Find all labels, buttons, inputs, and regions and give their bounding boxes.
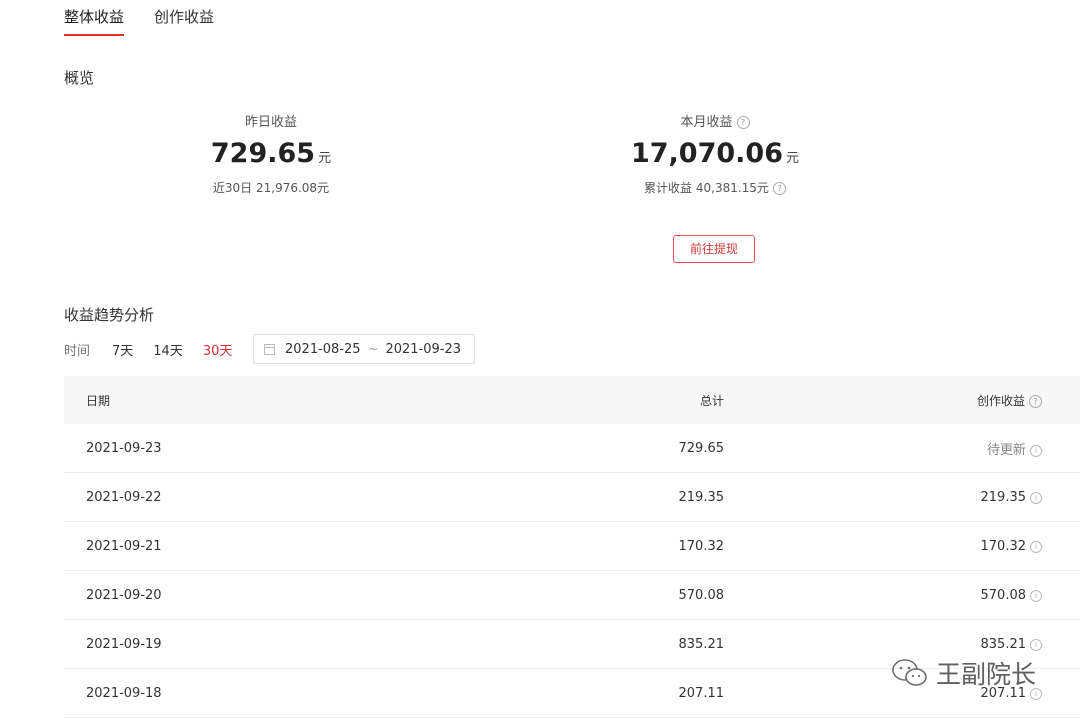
watermark-text: 王副院长: [936, 660, 1037, 689]
row-date: 2021-09-22: [86, 489, 162, 505]
time-filter: 时间 7天 14天 30天: [64, 335, 252, 363]
row-creation: 待更新: [986, 442, 1026, 458]
row-total: 219.35: [678, 489, 725, 505]
cumulative-row: 累计收益 40,381.15元?: [585, 179, 845, 196]
month-value-row: 17,070.06 元: [585, 138, 845, 169]
yesterday-value-row: 729.65 元: [141, 138, 401, 169]
range-30-days[interactable]: 30天: [203, 340, 233, 359]
info-icon[interactable]: i: [1030, 638, 1042, 651]
row-date: 2021-09-19: [86, 636, 162, 652]
range-separator: ~: [367, 341, 379, 357]
row-creation: 219.35: [980, 489, 1027, 505]
row-total: 729.65: [678, 440, 725, 456]
row-creation-cell: 219.35 i: [724, 490, 1042, 505]
table-row: 2021-09-21 170.32 170.32 i: [64, 522, 1080, 571]
row-creation-cell: 170.32 i: [724, 539, 1042, 554]
calendar-icon: [264, 343, 275, 355]
row-total: 835.21: [678, 636, 725, 652]
row-date: 2021-09-18: [86, 685, 162, 701]
month-value: 17,070.06: [630, 138, 783, 169]
month-unit: 元: [786, 151, 800, 166]
info-icon[interactable]: i: [1030, 491, 1042, 504]
row-creation: 570.08: [980, 587, 1027, 603]
table-row: 2021-09-22 219.35 219.35 i: [64, 473, 1080, 522]
wechat-icon: [892, 659, 927, 686]
info-icon[interactable]: i: [1030, 540, 1042, 553]
question-icon[interactable]: ?: [1029, 394, 1042, 408]
range-14-days[interactable]: 14天: [153, 340, 183, 359]
row-creation: 170.32: [980, 538, 1027, 554]
info-icon[interactable]: i: [1030, 444, 1042, 457]
watermark: 王副院长: [890, 655, 1036, 691]
month-label: 本月收益: [680, 115, 733, 130]
start-date[interactable]: 2021-08-25: [285, 342, 361, 357]
end-date[interactable]: 2021-09-23: [385, 342, 461, 357]
row-total: 570.08: [678, 587, 725, 603]
table-header: 日期 总计 创作收益?: [64, 376, 1080, 424]
overview-title: 概览: [64, 69, 95, 87]
range-7-days[interactable]: 7天: [112, 340, 133, 359]
table-row: 2021-09-23 729.65 待更新 i: [64, 424, 1080, 473]
header-date: 日期: [86, 393, 111, 408]
header-total: 总计: [699, 393, 724, 408]
header-creation: 创作收益: [976, 393, 1025, 408]
tab-creation-earnings[interactable]: 创作收益: [154, 0, 214, 38]
question-icon[interactable]: ?: [772, 182, 786, 195]
yesterday-value: 729.65: [210, 138, 316, 169]
tab-bar: 整体收益 创作收益: [64, 0, 214, 38]
row-total: 207.11: [678, 685, 725, 701]
info-icon[interactable]: i: [1030, 589, 1042, 602]
tab-overall-earnings[interactable]: 整体收益: [64, 0, 125, 38]
yesterday-stat: 昨日收益 729.65 元 近30日 21,976.08元: [141, 111, 401, 196]
trend-title: 收益趋势分析: [64, 306, 155, 324]
question-icon[interactable]: ?: [736, 116, 750, 129]
row-creation-cell: 570.08 i: [724, 588, 1042, 603]
date-range-picker[interactable]: 2021-08-25 ~ 2021-09-23: [253, 334, 475, 364]
table-row: 2021-09-20 570.08 570.08 i: [64, 571, 1080, 620]
time-label: 时间: [64, 343, 91, 359]
row-date: 2021-09-20: [86, 587, 162, 603]
row-total: 170.32: [678, 538, 725, 554]
row-creation: 835.21: [980, 636, 1027, 652]
row-creation-cell: 835.21 i: [724, 637, 1042, 652]
row-date: 2021-09-21: [86, 538, 162, 554]
withdraw-button[interactable]: 前往提现: [673, 235, 755, 263]
month-stat: 本月收益? 17,070.06 元 累计收益 40,381.15元?: [585, 111, 845, 196]
month-label-row: 本月收益?: [585, 111, 845, 130]
row-creation-cell: 待更新 i: [724, 439, 1042, 458]
cumulative-earnings: 累计收益 40,381.15元: [644, 181, 769, 195]
row-date: 2021-09-23: [86, 440, 162, 456]
header-creation-cell: 创作收益?: [724, 392, 1042, 409]
yesterday-label: 昨日收益: [244, 115, 297, 130]
last-30-days: 近30日 21,976.08元: [212, 181, 330, 195]
yesterday-unit: 元: [318, 151, 332, 166]
